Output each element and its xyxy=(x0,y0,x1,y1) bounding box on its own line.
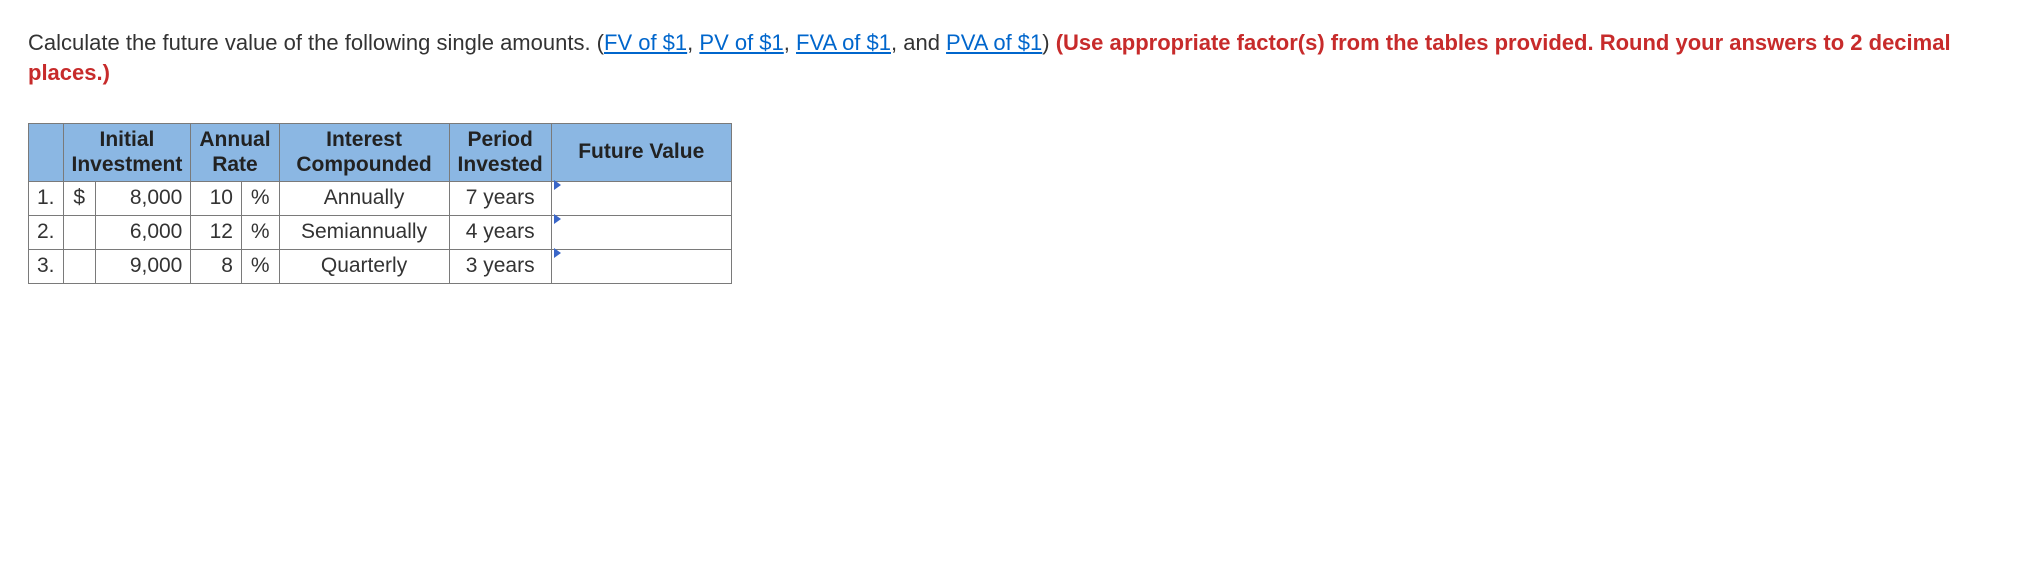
future-value-input[interactable] xyxy=(560,254,727,281)
future-value-table: Initial Investment Annual Rate Interest … xyxy=(28,123,732,283)
input-marker-icon xyxy=(554,214,561,224)
future-value-cell[interactable] xyxy=(551,181,731,215)
input-marker-icon xyxy=(554,180,561,190)
row-number: 2. xyxy=(29,215,64,249)
period: 7 years xyxy=(449,181,551,215)
sep1: , xyxy=(687,30,699,55)
header-future-value: Future Value xyxy=(551,124,731,181)
header-period-invested: Period Invested xyxy=(449,124,551,181)
question-text: Calculate the future value of the follow… xyxy=(28,28,1994,87)
rate-symbol: % xyxy=(241,249,279,283)
header-annual-rate: Annual Rate xyxy=(191,124,279,181)
investment-amount: 9,000 xyxy=(96,249,191,283)
investment-amount: 8,000 xyxy=(96,181,191,215)
link-fva-of-1[interactable]: FVA of $1 xyxy=(796,30,891,55)
currency-symbol xyxy=(63,249,96,283)
future-value-cell[interactable] xyxy=(551,249,731,283)
link-fv-of-1[interactable]: FV of $1 xyxy=(604,30,687,55)
header-initial-investment: Initial Investment xyxy=(63,124,191,181)
sep3: , and xyxy=(891,30,946,55)
link-pv-of-1[interactable]: PV of $1 xyxy=(699,30,783,55)
link-pva-of-1[interactable]: PVA of $1 xyxy=(946,30,1042,55)
table-row: 3. 9,000 8 % Quarterly 3 years xyxy=(29,249,732,283)
rate-value: 8 xyxy=(191,249,242,283)
table-row: 2. 6,000 12 % Semiannually 4 years xyxy=(29,215,732,249)
future-value-cell[interactable] xyxy=(551,215,731,249)
future-value-input[interactable] xyxy=(560,220,727,247)
sep2: , xyxy=(784,30,796,55)
question-prefix: Calculate the future value of the follow… xyxy=(28,30,604,55)
rate-value: 10 xyxy=(191,181,242,215)
row-number: 3. xyxy=(29,249,64,283)
currency-symbol xyxy=(63,215,96,249)
table-row: 1. $ 8,000 10 % Annually 7 years xyxy=(29,181,732,215)
investment-amount: 6,000 xyxy=(96,215,191,249)
compounding: Semiannually xyxy=(279,215,449,249)
future-value-input[interactable] xyxy=(560,186,727,213)
question-suffix: ) xyxy=(1042,30,1055,55)
rate-symbol: % xyxy=(241,215,279,249)
header-interest-compounded: Interest Compounded xyxy=(279,124,449,181)
input-marker-icon xyxy=(554,248,561,258)
period: 4 years xyxy=(449,215,551,249)
compounding: Annually xyxy=(279,181,449,215)
row-number: 1. xyxy=(29,181,64,215)
rate-symbol: % xyxy=(241,181,279,215)
currency-symbol: $ xyxy=(63,181,96,215)
compounding: Quarterly xyxy=(279,249,449,283)
rate-value: 12 xyxy=(191,215,242,249)
period: 3 years xyxy=(449,249,551,283)
header-corner xyxy=(29,124,64,181)
